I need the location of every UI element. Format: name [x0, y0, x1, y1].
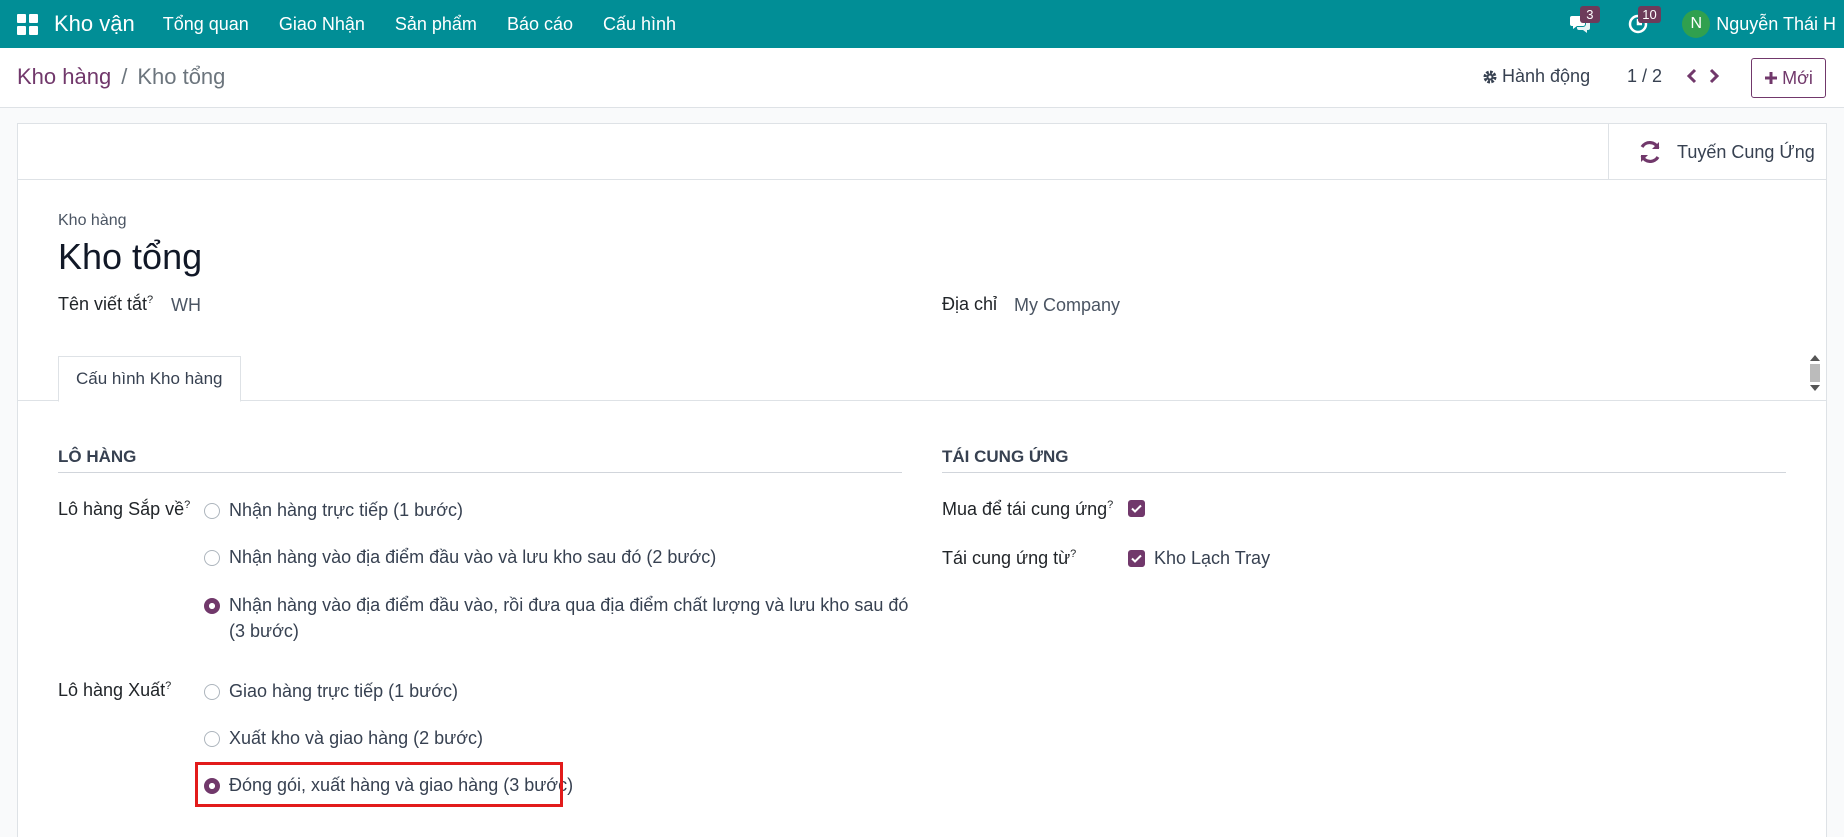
- short-name-field[interactable]: WH: [171, 295, 201, 316]
- checkmark-icon: [1131, 554, 1142, 563]
- resupply-from-label: Tái cung ứng từ?: [942, 548, 1077, 568]
- warehouse-name[interactable]: Kho tổng: [58, 236, 202, 278]
- address-label: Địa chỉ: [942, 294, 998, 314]
- scroll-thumb[interactable]: [1810, 364, 1820, 382]
- chevron-right-icon: [1709, 68, 1720, 84]
- top-navbar: Kho vận Tổng quan Giao Nhận Sản phẩm Báo…: [0, 0, 1844, 48]
- notebook-tabs: Cấu hình Kho hàng: [18, 356, 1826, 402]
- control-panel: Kho hàng / Kho tổng Hành động 1 / 2 Mới: [0, 48, 1844, 108]
- menu-products[interactable]: Sản phẩm: [395, 14, 477, 35]
- refresh-icon: [1640, 141, 1660, 163]
- outgoing-option-label: Xuất kho và giao hàng (2 bước): [229, 728, 484, 748]
- tabs-scrollbar[interactable]: [1808, 353, 1822, 397]
- routes-button[interactable]: Tuyến Cung Ứng: [1608, 124, 1826, 180]
- incoming-option-label: Nhận hàng trực tiếp (1 bước): [229, 500, 464, 520]
- help-icon[interactable]: ?: [165, 680, 171, 692]
- help-icon[interactable]: ?: [184, 499, 190, 511]
- user-avatar[interactable]: N: [1682, 10, 1711, 38]
- menu-reporting[interactable]: Báo cáo: [507, 14, 573, 35]
- incoming-option-label: Nhận hàng vào địa điểm đầu vào và lưu kh…: [229, 547, 717, 567]
- outgoing-option-label: Giao hàng trực tiếp (1 bước): [229, 681, 458, 701]
- gear-icon: [1483, 70, 1497, 83]
- resupply-divider: [942, 472, 1786, 473]
- address-field[interactable]: My Company: [1014, 295, 1120, 316]
- breadcrumb: Kho hàng / Kho tổng: [17, 64, 225, 90]
- short-name-label: Tên viết tắt?: [58, 294, 154, 314]
- incoming-option-1[interactable]: Nhận hàng trực tiếp (1 bước): [204, 500, 924, 523]
- apps-menu-icon[interactable]: [0, 0, 54, 48]
- radio-button-checked[interactable]: [204, 598, 220, 614]
- pager-previous-button[interactable]: [1680, 62, 1704, 90]
- new-label: Mới: [1782, 67, 1813, 88]
- app-name[interactable]: Kho vận: [54, 11, 135, 37]
- outgoing-option-2[interactable]: Xuất kho và giao hàng (2 bước): [204, 728, 924, 751]
- menu-configuration[interactable]: Cấu hình: [603, 14, 676, 35]
- routes-label: Tuyến Cung Ứng: [1677, 141, 1815, 162]
- resupply-from-checkbox[interactable]: [1128, 550, 1145, 567]
- menu-overview[interactable]: Tổng quan: [163, 14, 249, 35]
- title-label: Kho hàng: [58, 212, 127, 229]
- messages-button[interactable]: 3: [1566, 6, 1600, 38]
- checkmark-icon: [1131, 504, 1142, 513]
- outgoing-option-1[interactable]: Giao hàng trực tiếp (1 bước): [204, 681, 924, 704]
- incoming-option-3[interactable]: Nhận hàng vào địa điểm đầu vào, rồi đưa …: [204, 595, 924, 644]
- scroll-up-icon[interactable]: [1810, 355, 1820, 361]
- action-label: Hành động: [1502, 66, 1591, 86]
- help-icon[interactable]: ?: [147, 294, 153, 306]
- new-button[interactable]: Mới: [1751, 58, 1826, 98]
- scroll-down-icon[interactable]: [1810, 385, 1820, 391]
- buy-to-resupply-checkbox[interactable]: [1128, 500, 1145, 517]
- shipments-divider: [58, 472, 902, 473]
- menu-operations[interactable]: Giao Nhận: [279, 14, 365, 35]
- incoming-shipments-label: Lô hàng Sắp về?: [58, 499, 191, 519]
- radio-button[interactable]: [204, 550, 220, 566]
- messages-badge: 3: [1580, 6, 1600, 23]
- tab-warehouse-configuration[interactable]: Cấu hình Kho hàng: [58, 356, 241, 402]
- resupply-section-title: TÁI CUNG ỨNG: [942, 447, 1069, 466]
- buy-to-resupply-label: Mua để tái cung ứng?: [942, 499, 1114, 519]
- shipments-section-title: LÔ HÀNG: [58, 447, 137, 466]
- radio-button[interactable]: [204, 684, 220, 700]
- help-icon[interactable]: ?: [1107, 499, 1113, 511]
- incoming-option-label: Nhận hàng vào địa điểm đầu vào, rồi đưa …: [229, 595, 909, 641]
- radio-button[interactable]: [204, 503, 220, 519]
- breadcrumb-separator: /: [121, 64, 128, 89]
- form-sheet: Tuyến Cung Ứng Kho hàng Kho tổng Tên viế…: [17, 123, 1827, 837]
- incoming-option-2[interactable]: Nhận hàng vào địa điểm đầu vào và lưu kh…: [204, 547, 924, 570]
- user-name[interactable]: Nguyễn Thái H: [1716, 14, 1836, 35]
- outgoing-shipments-label: Lô hàng Xuất?: [58, 680, 172, 700]
- button-box: Tuyến Cung Ứng: [18, 124, 1826, 180]
- resupply-from-warehouse: Kho Lạch Tray: [1154, 548, 1271, 568]
- activities-badge: 10: [1638, 6, 1661, 23]
- chevron-left-icon: [1686, 68, 1697, 84]
- help-icon[interactable]: ?: [1070, 548, 1076, 560]
- activities-button[interactable]: 10: [1624, 6, 1661, 38]
- breadcrumb-current: Kho tổng: [137, 64, 226, 89]
- pager-value[interactable]: 1 / 2: [1627, 66, 1662, 87]
- plus-icon: [1765, 72, 1778, 84]
- action-button[interactable]: Hành động: [1482, 66, 1590, 87]
- radio-button[interactable]: [204, 731, 220, 747]
- pager-next-button[interactable]: [1702, 62, 1726, 90]
- highlight-annotation: [195, 762, 563, 807]
- breadcrumb-parent[interactable]: Kho hàng: [17, 64, 111, 90]
